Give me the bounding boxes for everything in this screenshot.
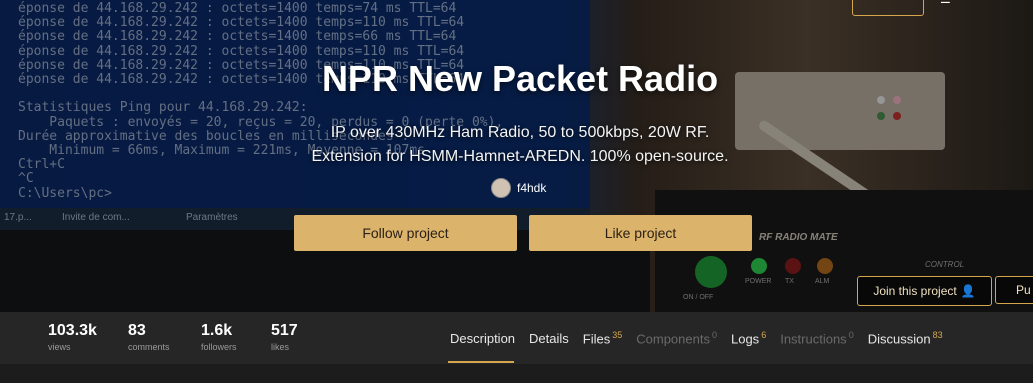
project-summary-line: IP over 430MHz Ham Radio, 50 to 500kbps,… [330, 124, 710, 141]
stat-label: likes [271, 342, 290, 352]
stat-label: views [48, 342, 71, 352]
stat-label: followers [201, 342, 237, 352]
tab-count: 0 [848, 330, 854, 340]
tab-label: Components [636, 331, 710, 347]
tab-instructions[interactable]: Instructions 0 [780, 330, 854, 346]
tab-label: Discussion [867, 331, 931, 347]
tab-details[interactable]: Details [529, 331, 569, 346]
user-plus-icon: 👤 [960, 284, 976, 298]
tab-count: 35 [612, 330, 623, 340]
project-tabs: Description Details Files 35 Components 0 … [450, 330, 943, 346]
stat-likes: 517 likes [271, 322, 298, 352]
like-project-button[interactable]: Like project [529, 215, 752, 251]
tab-label: Logs [730, 331, 760, 347]
tab-label: Description [450, 331, 516, 347]
tab-count: 83 [932, 330, 943, 340]
tab-description[interactable]: Description [450, 331, 515, 346]
sign-up-button[interactable] [852, 0, 924, 16]
stat-followers: 1.6k followers [201, 322, 237, 352]
tab-components[interactable]: Components 0 [636, 330, 717, 346]
tab-discussion[interactable]: Discussion 83 [868, 330, 943, 346]
project-summary: IP over 430MHz Ham Radio, 50 to 500kbps,… [0, 121, 1033, 169]
author-name[interactable]: f4hdk [517, 181, 546, 195]
project-author[interactable]: f4hdk [491, 178, 546, 198]
join-project-button[interactable]: Join this project 👤 [857, 276, 992, 306]
stat-value: 1.6k [201, 322, 233, 339]
active-tab-indicator [448, 361, 514, 363]
tab-count: 6 [761, 330, 767, 340]
tab-label: Files [582, 331, 611, 347]
stat-comments: 83 comments [128, 322, 170, 352]
stat-value: 103.3k [48, 322, 97, 339]
tab-label: Instructions [780, 331, 847, 347]
avatar[interactable] [491, 178, 511, 198]
stat-views: 103.3k views [48, 322, 97, 352]
project-hero-banner: éponse de 44.168.29.242 : octets=1400 te… [0, 0, 1033, 312]
join-project-label: Join this project [873, 284, 957, 298]
tab-count: 0 [711, 330, 717, 340]
tab-files[interactable]: Files 35 [583, 330, 622, 346]
menu-icon[interactable]: ☰ [940, 0, 951, 6]
stat-value: 83 [128, 322, 146, 339]
stat-value: 517 [271, 322, 298, 339]
publish-button[interactable]: Pu [995, 276, 1033, 304]
follow-project-button[interactable]: Follow project [294, 215, 517, 251]
tab-label: Details [529, 331, 569, 347]
project-title: NPR New Packet Radio [321, 58, 719, 99]
tab-logs[interactable]: Logs 6 [731, 330, 766, 346]
page-content-area [0, 364, 1033, 383]
project-summary-line: Extension for HSMM-Hamnet-AREDN. 100% op… [311, 148, 729, 165]
stat-label: comments [128, 342, 170, 352]
